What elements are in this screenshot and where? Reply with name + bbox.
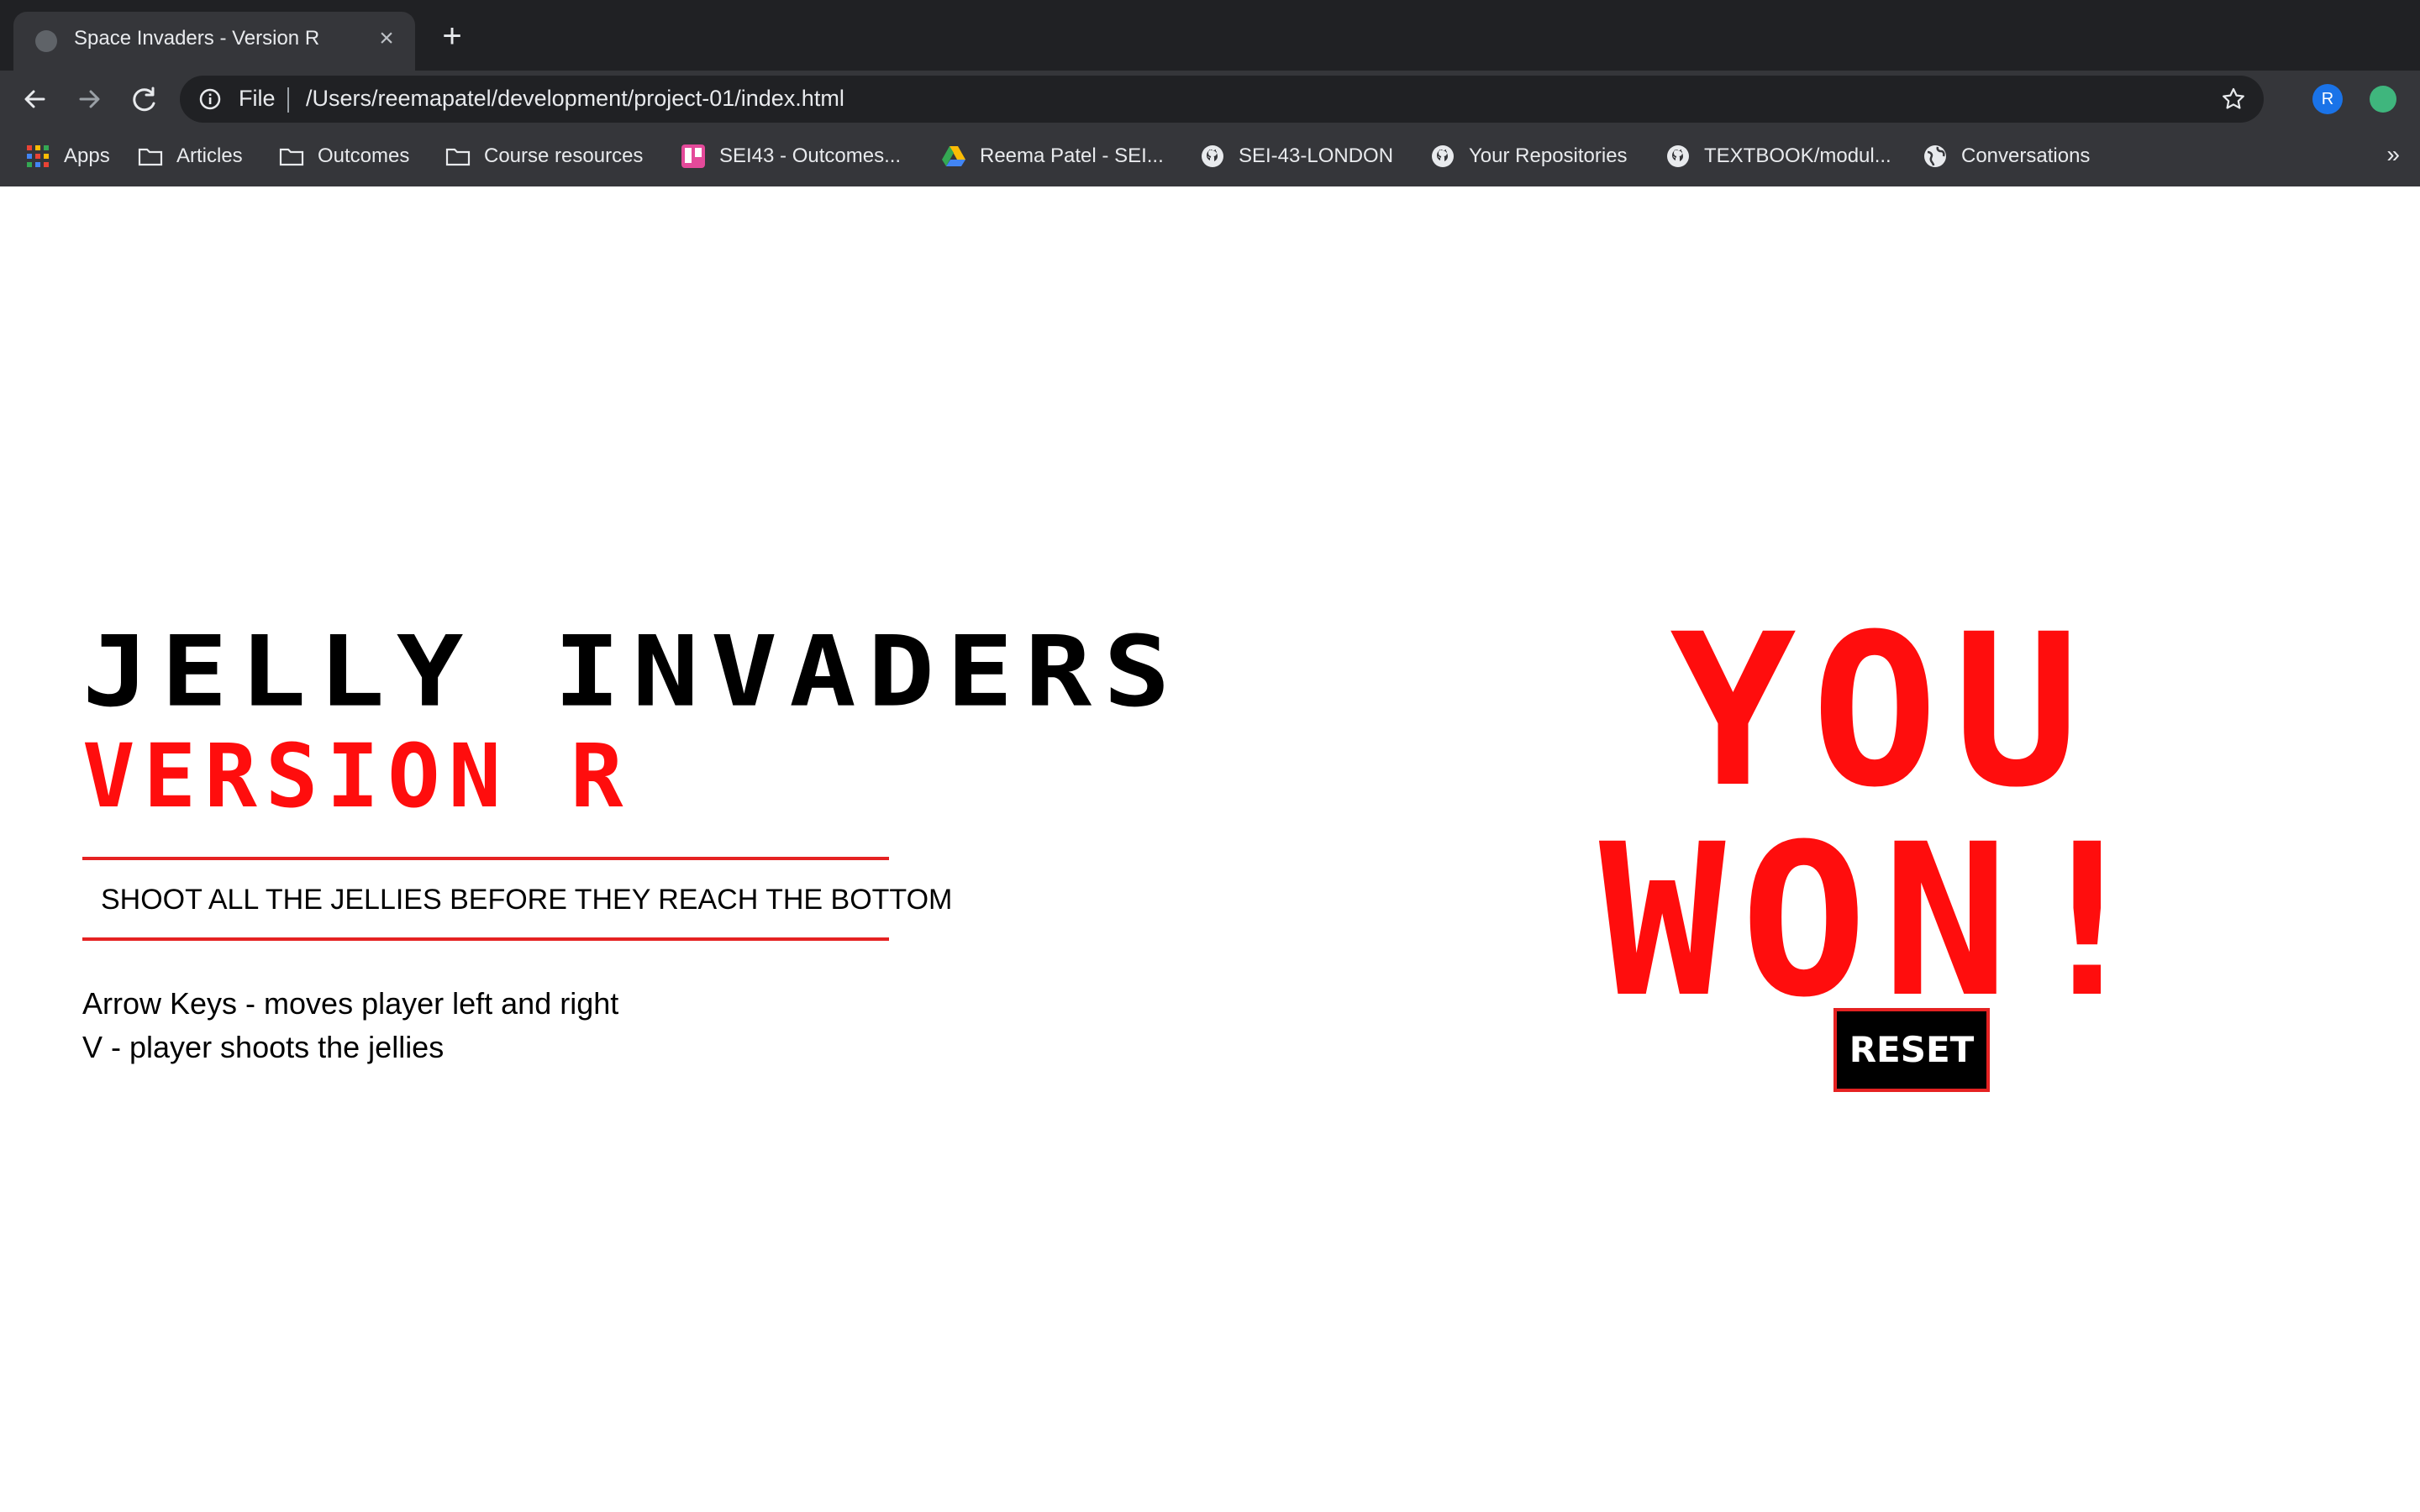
- instruction-line: Arrow Keys - moves player left and right: [82, 986, 619, 1021]
- more-bookmarks-button[interactable]: »: [2386, 141, 2400, 168]
- globe-icon: [1924, 145, 1946, 167]
- bookmark-articles[interactable]: Articles: [138, 141, 243, 171]
- bookmarks-bar: Apps Articles Outcomes Course resources …: [0, 128, 2420, 187]
- reload-icon: [133, 87, 155, 112]
- bookmark-apps[interactable]: Apps: [25, 141, 110, 171]
- url-text[interactable]: /Users/reemapatel/development/project-01…: [306, 86, 844, 112]
- browser-tab-strip: Space Invaders - Version R × +: [0, 0, 2420, 71]
- game-version: VERSION R: [82, 725, 632, 827]
- bookmark-textbook[interactable]: TEXTBOOK/modul...: [1665, 141, 1891, 171]
- result-line: YOU: [1670, 589, 2095, 833]
- divider-top: [82, 857, 889, 860]
- browser-tab[interactable]: Space Invaders - Version R ×: [13, 12, 415, 71]
- bookmark-label: SEI43 - Outcomes...: [719, 144, 902, 167]
- browser-toolbar: File /Users/reemapatel/development/proje…: [0, 71, 2420, 128]
- divider-bottom: [82, 937, 889, 941]
- bookmark-label: SEI-43-LONDON: [1239, 144, 1394, 167]
- google-drive-icon: [942, 146, 965, 166]
- folder-icon: [445, 148, 471, 166]
- result-line: WON!: [1598, 799, 2166, 1043]
- bookmark-label: TEXTBOOK/modul...: [1704, 144, 1891, 167]
- trello-icon: [681, 144, 705, 168]
- bookmark-label: Reema Patel - SEI...: [980, 144, 1164, 167]
- globe-icon: [35, 30, 57, 52]
- new-tab-button[interactable]: +: [435, 19, 469, 54]
- bookmark-label: Apps: [64, 144, 110, 167]
- bookmark-outcomes[interactable]: Outcomes: [279, 141, 409, 171]
- bookmark-sei-43-london[interactable]: SEI-43-LONDON: [1200, 141, 1393, 171]
- bookmark-sei43-outcomes[interactable]: SEI43 - Outcomes...: [681, 141, 901, 171]
- bookmark-label: Course resources: [484, 144, 644, 167]
- address-bar[interactable]: File /Users/reemapatel/development/proje…: [180, 76, 2264, 123]
- github-icon: [1202, 145, 1223, 167]
- folder-icon: [279, 148, 304, 166]
- bookmark-label: Outcomes: [318, 144, 410, 167]
- close-tab-icon[interactable]: ×: [371, 24, 402, 54]
- bookmark-label: Your Repositories: [1469, 144, 1628, 167]
- url-scheme: File: [239, 86, 276, 111]
- page-content: JELLY INVADERS VERSION R SHOOT ALL THE J…: [0, 186, 2420, 1512]
- game-tagline: SHOOT ALL THE JELLIES BEFORE THEY REACH …: [101, 884, 953, 916]
- bookmark-reema-patel[interactable]: Reema Patel - SEI...: [941, 141, 1164, 171]
- folder-icon: [138, 148, 163, 166]
- reset-button[interactable]: RESET: [1833, 1008, 1990, 1092]
- bookmark-your-repositories[interactable]: Your Repositories: [1430, 141, 1628, 171]
- bookmark-conversations[interactable]: Conversations: [1923, 141, 2090, 171]
- info-icon[interactable]: [198, 87, 222, 111]
- url-separator: [287, 87, 289, 113]
- github-icon: [1667, 145, 1689, 167]
- instruction-line: V - player shoots the jellies: [82, 1030, 445, 1064]
- github-icon: [1432, 145, 1454, 167]
- reload-button[interactable]: [126, 81, 163, 118]
- forward-button[interactable]: [71, 81, 108, 118]
- bookmark-label: Conversations: [1961, 144, 2091, 167]
- game-title: JELLY INVADERS: [82, 615, 1182, 729]
- tab-title: Space Invaders - Version R: [74, 27, 320, 50]
- forward-arrow-icon: [79, 90, 100, 108]
- bookmark-star-icon[interactable]: [2220, 86, 2247, 113]
- result-message: YOU WON!: [1563, 606, 2202, 1026]
- bookmark-course-resources[interactable]: Course resources: [445, 141, 643, 171]
- back-button[interactable]: [17, 81, 54, 118]
- profile-avatar[interactable]: R: [2312, 84, 2343, 114]
- extension-icon[interactable]: [2370, 86, 2396, 113]
- bookmark-label: Articles: [176, 144, 243, 167]
- apps-grid-icon: [27, 145, 49, 167]
- back-arrow-icon: [24, 90, 45, 108]
